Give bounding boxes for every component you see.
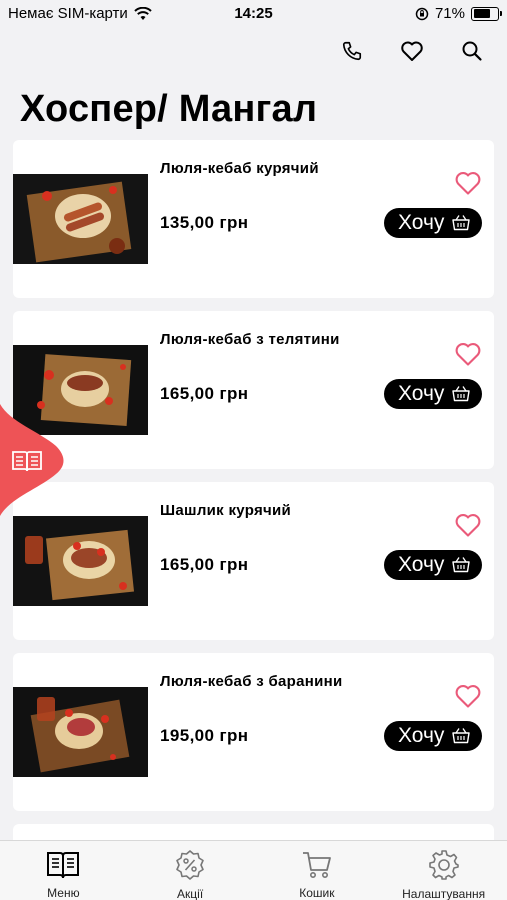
want-button-label: Хочу	[398, 211, 445, 234]
want-button[interactable]: Хочу	[384, 379, 482, 409]
product-card[interactable]: Шашлик курячий 165,00 грн Хочу	[13, 482, 494, 640]
bottom-tab-bar: Меню Акції Кошик Налаштування	[0, 840, 507, 900]
product-list: Люля-кебаб курячий 135,00 грн Хочу Люля-…	[13, 140, 494, 824]
heart-outline-icon	[455, 343, 481, 366]
tab-menu[interactable]: Меню	[0, 841, 127, 900]
tab-promotions-label: Акції	[177, 887, 204, 900]
battery-icon	[471, 6, 502, 21]
battery-percent: 71%	[434, 5, 465, 22]
add-to-favorites-button[interactable]	[454, 683, 482, 709]
call-button[interactable]	[339, 38, 365, 64]
product-image[interactable]	[13, 516, 148, 606]
add-to-favorites-button[interactable]	[454, 341, 482, 367]
heart-outline-icon	[455, 514, 481, 537]
phone-icon	[342, 41, 362, 61]
product-card[interactable]: Люля-кебаб з телятини 165,00 грн Хочу	[13, 311, 494, 469]
food-photo	[13, 687, 148, 777]
discount-badge-icon	[172, 849, 208, 881]
menu-book-icon	[45, 849, 81, 880]
product-card[interactable]: Люля-кебаб з баранини 195,00 грн Хочу	[13, 653, 494, 811]
basket-icon	[452, 557, 470, 573]
tab-cart-label: Кошик	[299, 886, 335, 900]
product-name: Люля-кебаб з телятини	[160, 331, 340, 348]
food-photo	[13, 174, 148, 264]
open-book-icon	[12, 451, 42, 472]
product-name: Люля-кебаб курячий	[160, 160, 319, 177]
tab-cart[interactable]: Кошик	[254, 841, 381, 900]
page-title: Хоспер/ Мангал	[20, 88, 318, 130]
tab-promotions[interactable]: Акції	[127, 841, 254, 900]
want-button-label: Хочу	[398, 724, 445, 747]
product-name: Люля-кебаб з баранини	[160, 673, 343, 690]
header-actions	[339, 38, 485, 64]
food-photo	[13, 516, 148, 606]
product-image[interactable]	[13, 687, 148, 777]
search-icon	[462, 41, 482, 61]
tab-settings[interactable]: Налаштування	[380, 841, 507, 900]
want-button-label: Хочу	[398, 553, 445, 576]
rotation-lock-icon	[415, 7, 429, 20]
product-price: 165,00 грн	[160, 555, 249, 574]
product-card[interactable]: Люля-кебаб курячий 135,00 грн Хочу	[13, 140, 494, 298]
favorites-button[interactable]	[399, 38, 425, 64]
status-right: 71%	[415, 5, 502, 22]
tab-menu-label: Меню	[47, 886, 80, 900]
cart-icon	[299, 849, 335, 880]
product-price: 195,00 грн	[160, 726, 249, 745]
heart-icon	[401, 41, 423, 61]
product-image[interactable]	[13, 174, 148, 264]
basket-icon	[452, 728, 470, 744]
basket-icon	[452, 386, 470, 402]
category-menu-button[interactable]	[0, 404, 64, 516]
add-to-favorites-button[interactable]	[454, 512, 482, 538]
want-button[interactable]: Хочу	[384, 208, 482, 238]
settings-gear-icon	[426, 849, 462, 881]
basket-icon	[452, 215, 470, 231]
want-button[interactable]: Хочу	[384, 550, 482, 580]
heart-outline-icon	[455, 172, 481, 195]
add-to-favorites-button[interactable]	[454, 170, 482, 196]
product-name: Шашлик курячий	[160, 502, 292, 519]
want-button-label: Хочу	[398, 382, 445, 405]
heart-outline-icon	[455, 685, 481, 708]
battery-fill	[473, 9, 490, 18]
product-price: 135,00 грн	[160, 213, 249, 232]
want-button[interactable]: Хочу	[384, 721, 482, 751]
tab-settings-label: Налаштування	[402, 887, 486, 900]
search-button[interactable]	[459, 38, 485, 64]
product-price: 165,00 грн	[160, 384, 249, 403]
status-bar: Немає SIM-карти 14:25 71%	[0, 0, 507, 28]
